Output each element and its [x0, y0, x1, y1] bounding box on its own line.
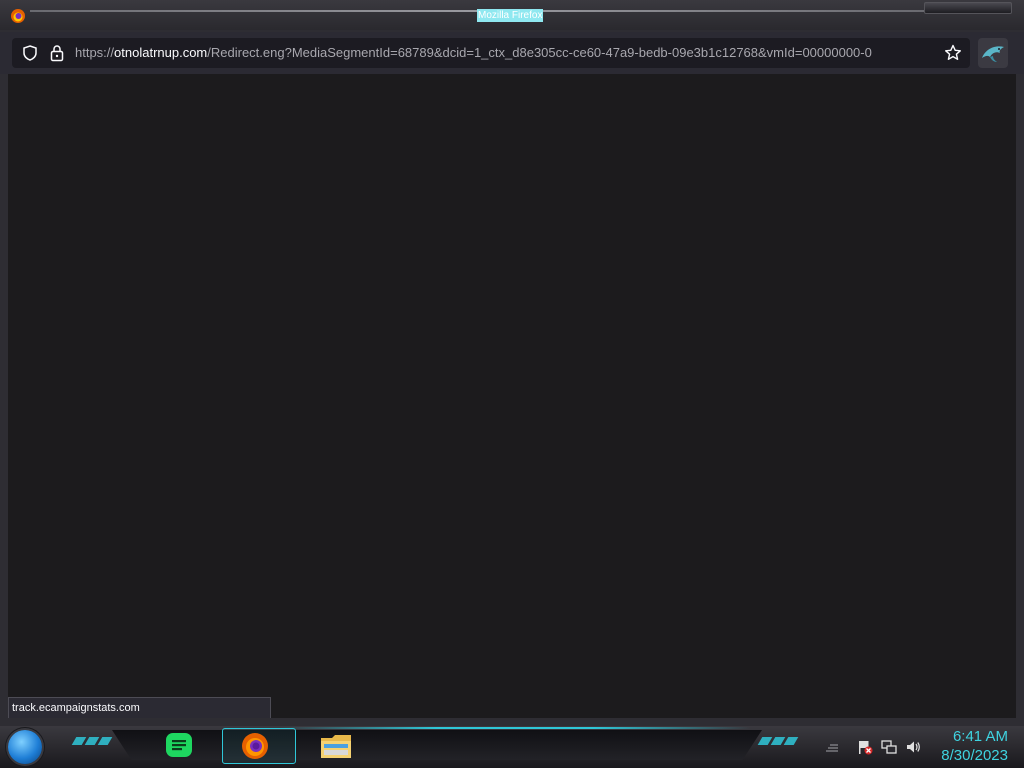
url-host: otnolatrnup.com	[114, 45, 208, 60]
browser-window: Mozilla Firefox https://otnolatrnup.com/…	[0, 0, 1024, 726]
taskbar: 6:41 AM 8/30/2023	[0, 726, 1024, 768]
extension-button[interactable]	[978, 38, 1008, 68]
shield-icon[interactable]	[22, 45, 38, 61]
file-explorer-icon[interactable]	[318, 730, 354, 762]
navigation-bar: https://otnolatrnup.com/Redirect.eng?Med…	[0, 32, 1024, 74]
taskbar-chevrons-left	[71, 737, 113, 749]
action-center-flag-icon[interactable]	[857, 739, 873, 755]
clock[interactable]: 6:41 AM 8/30/2023	[928, 727, 1008, 765]
clock-time: 6:41 AM	[952, 728, 1008, 745]
status-panel: track.ecampaignstats.com	[8, 697, 271, 719]
network-icon[interactable]	[881, 739, 897, 755]
chat-app-icon[interactable]	[161, 730, 197, 762]
clock-date: 8/30/2023	[941, 747, 1008, 764]
bookmark-star-icon[interactable]	[944, 44, 962, 62]
title-bar[interactable]: Mozilla Firefox	[0, 0, 1024, 30]
taskbar-chevrons-right	[757, 737, 799, 749]
tray-overflow-icon[interactable]	[824, 739, 840, 755]
page-content[interactable]	[8, 74, 1016, 718]
firefox-taskbar-icon[interactable]	[237, 730, 273, 762]
url-text[interactable]: https://otnolatrnup.com/Redirect.eng?Med…	[75, 45, 939, 61]
lock-icon[interactable]	[49, 44, 65, 62]
status-link-text: track.ecampaignstats.com	[12, 702, 140, 714]
firefox-icon[interactable]	[10, 8, 26, 24]
window-title: Mozilla Firefox	[477, 9, 544, 22]
start-button[interactable]	[8, 730, 42, 764]
taskbar-glow-line	[280, 727, 750, 729]
window-bottom-border	[0, 718, 1024, 726]
dolphin-icon	[982, 46, 1004, 62]
volume-icon[interactable]	[905, 739, 921, 755]
window-controls[interactable]	[924, 2, 1012, 14]
url-path: /Redirect.eng?MediaSegmentId=68789&dcid=…	[207, 45, 872, 60]
url-prefix: https://	[75, 45, 115, 60]
url-bar[interactable]: https://otnolatrnup.com/Redirect.eng?Med…	[12, 38, 970, 68]
taskbar-center-band	[112, 730, 762, 760]
